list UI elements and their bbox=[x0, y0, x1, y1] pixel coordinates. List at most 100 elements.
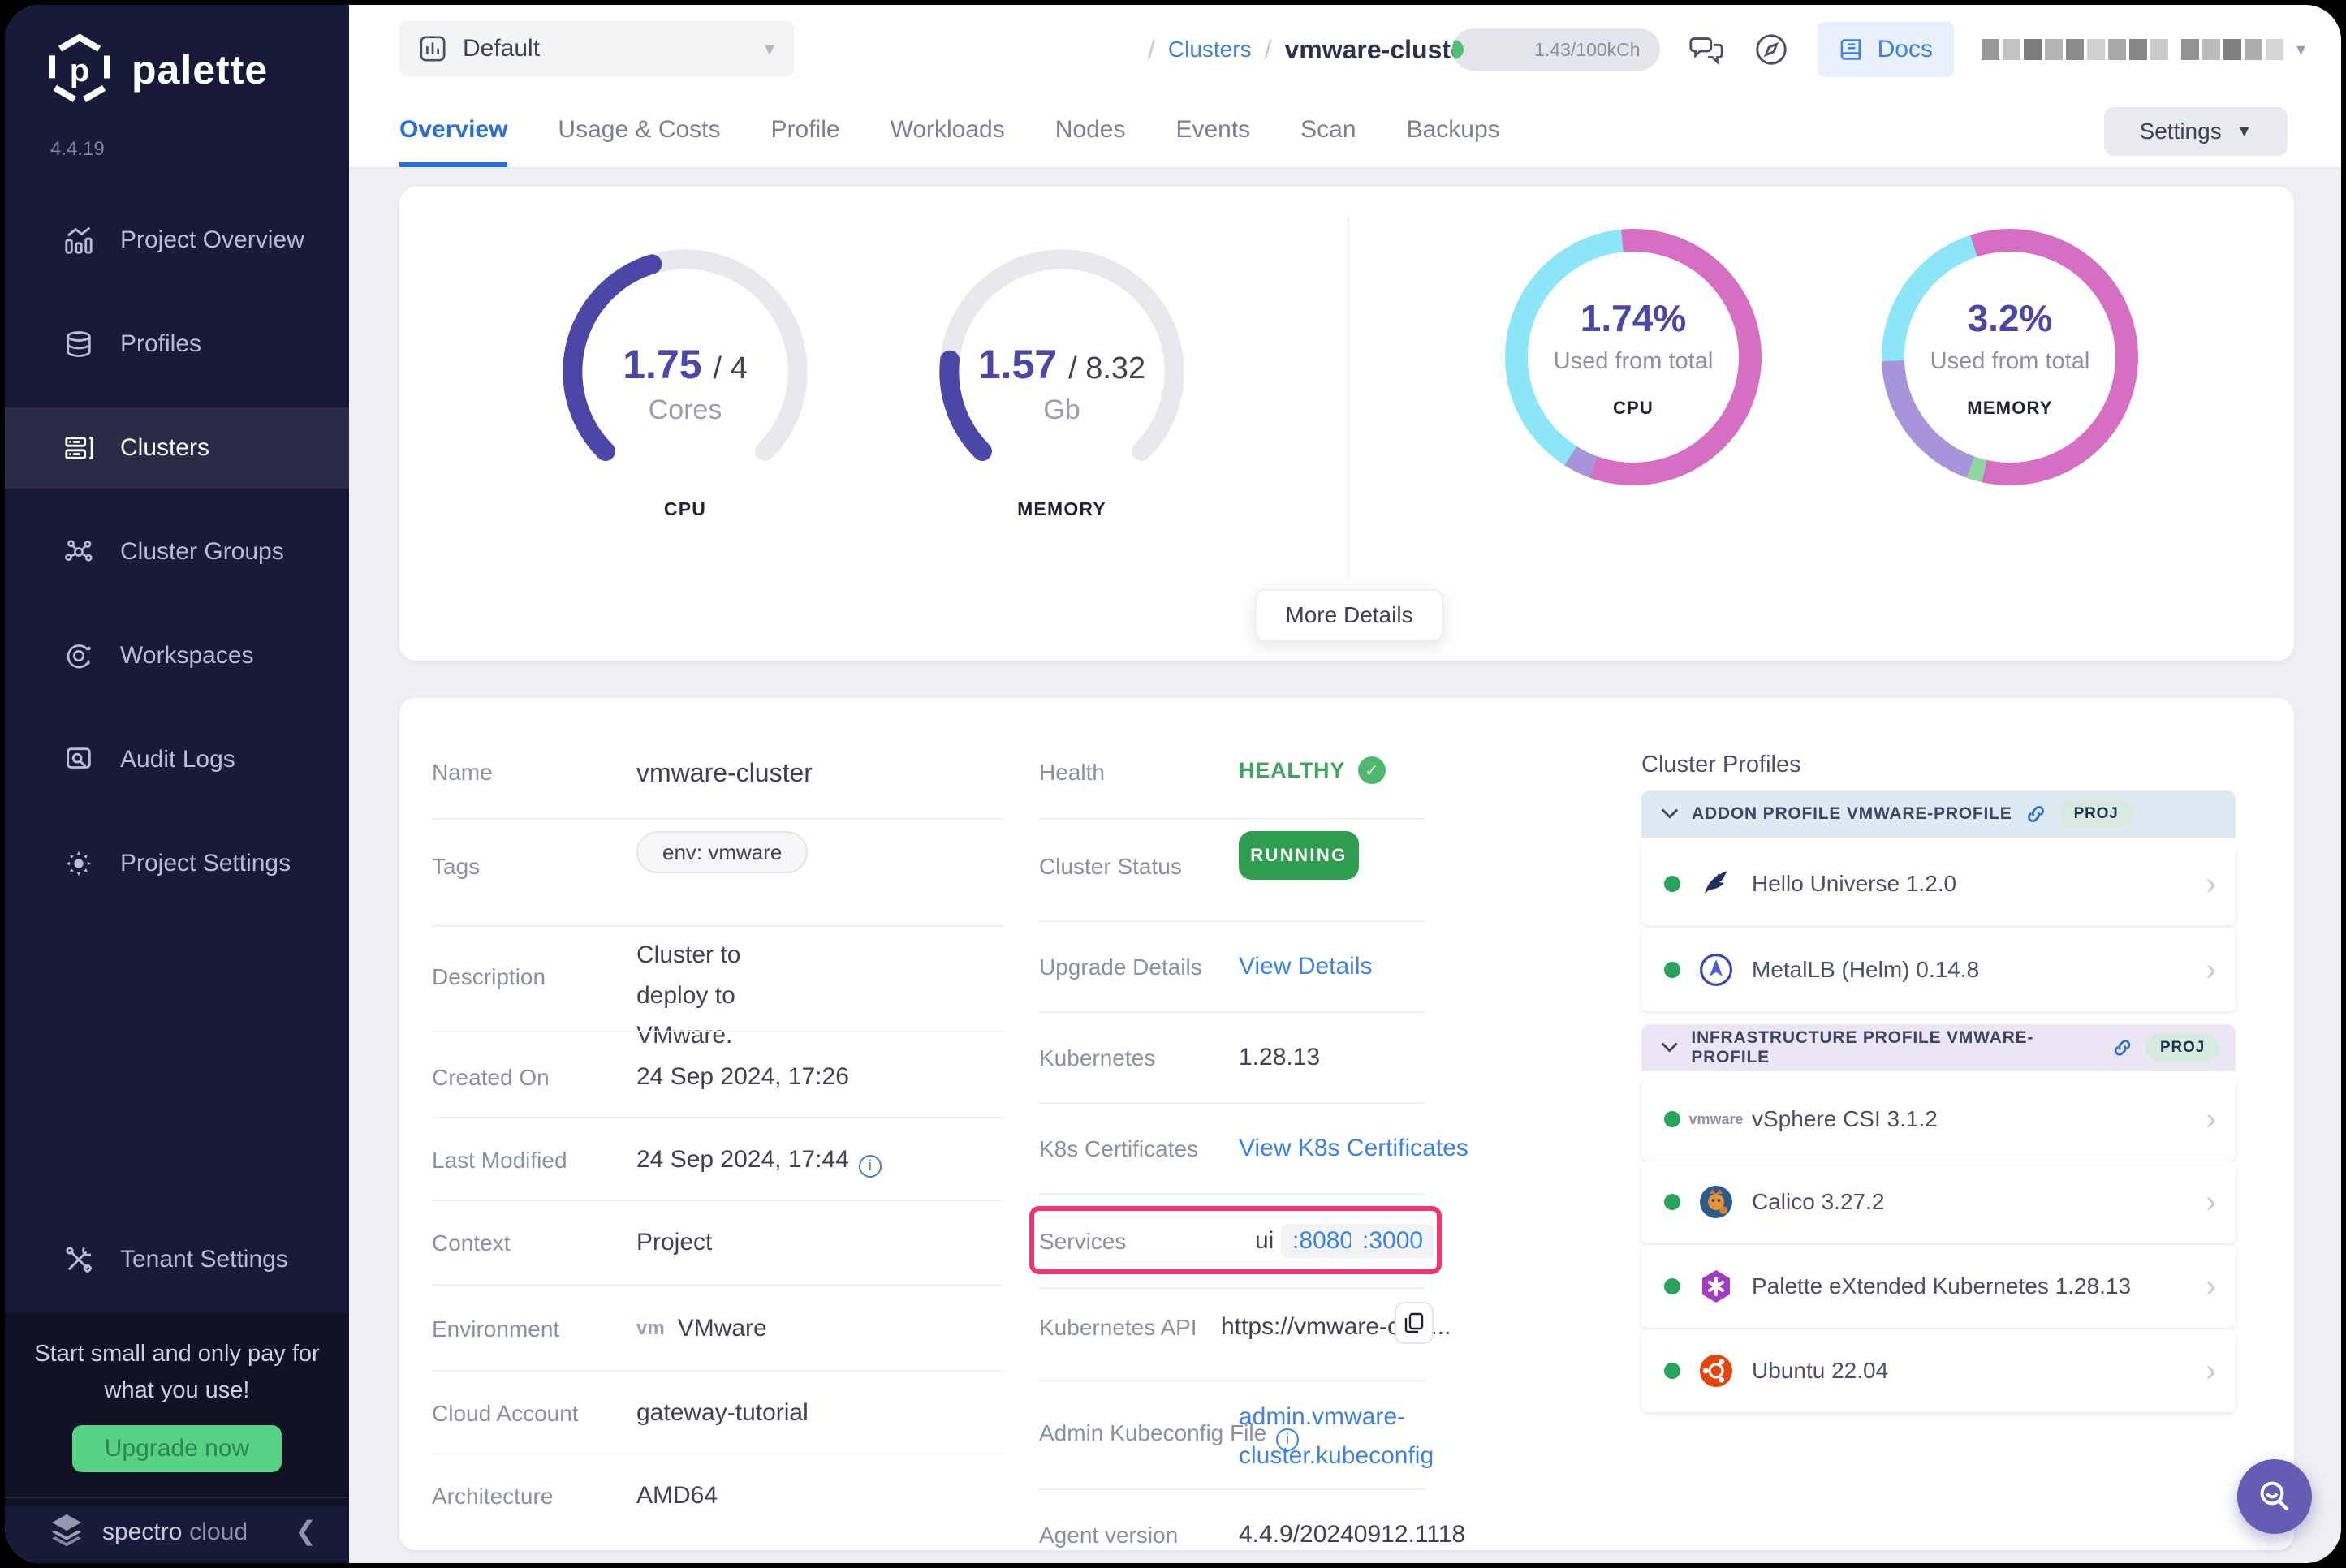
docs-button[interactable]: Docs bbox=[1818, 22, 1954, 77]
cpu-used-value: 1.75 bbox=[623, 342, 701, 387]
profile-layer-calico[interactable]: Calico 3.27.2 › bbox=[1641, 1161, 2236, 1243]
divider bbox=[1039, 1193, 1425, 1195]
sidebar-item-project-overview[interactable]: Project Overview bbox=[5, 200, 349, 281]
palette-logo-icon: p bbox=[47, 34, 112, 106]
profile-layer-palette-extended-kubernetes[interactable]: Palette eXtended Kubernetes 1.28.13 › bbox=[1641, 1245, 2236, 1328]
project-selector[interactable]: Default ▾ bbox=[399, 21, 794, 76]
k8s-certificates-label: K8s Certificates bbox=[1039, 1136, 1198, 1162]
tab-workloads[interactable]: Workloads bbox=[891, 94, 1005, 167]
admin-kubeconfig-link[interactable]: admin.vmware-cluster.kubeconfig bbox=[1239, 1398, 1434, 1475]
chevron-right-icon: › bbox=[2206, 1269, 2216, 1304]
breadcrumb-separator: / bbox=[1148, 35, 1155, 65]
sidebar-item-label: Cluster Groups bbox=[120, 538, 284, 566]
sidebar-item-label: Project Settings bbox=[120, 850, 291, 877]
description-value: Cluster to deploy to VMware. bbox=[636, 935, 815, 1056]
workspaces-icon bbox=[63, 640, 94, 671]
sidebar-item-label: Project Overview bbox=[120, 226, 304, 254]
addon-profile-header[interactable]: ADDON PROFILE VMWARE-PROFILE PROJ bbox=[1641, 790, 2236, 838]
sidebar-item-audit-logs[interactable]: Audit Logs bbox=[5, 719, 349, 800]
chevron-down-icon: ▾ bbox=[765, 37, 774, 61]
usage-quota-pill[interactable]: 1.43/100kCh bbox=[1452, 28, 1660, 71]
sidebar-collapse-icon[interactable]: ❮ bbox=[295, 1515, 317, 1546]
tab-events[interactable]: Events bbox=[1175, 94, 1250, 167]
sidebar-item-tenant-settings[interactable]: Tenant Settings bbox=[5, 1219, 349, 1300]
infrastructure-profile-header[interactable]: INFRASTRUCTURE PROFILE VMWARE-PROFILE PR… bbox=[1641, 1024, 2236, 1071]
sidebar-item-label: Clusters bbox=[120, 434, 209, 462]
status-dot bbox=[1664, 876, 1680, 892]
divider bbox=[1039, 1287, 1425, 1289]
created-on-label: Created On bbox=[432, 1065, 550, 1091]
compass-icon[interactable] bbox=[1753, 31, 1790, 68]
tab-nodes[interactable]: Nodes bbox=[1055, 94, 1126, 167]
cpu-unit: Cores bbox=[649, 394, 722, 426]
metrics-card: 1.75 / 4 Cores CPU 1.57 / 8.32 Gb MEMORY bbox=[399, 187, 2294, 661]
upgrade-promo: Start small and only pay for what you us… bbox=[5, 1313, 349, 1506]
profile-layer-metallb[interactable]: MetalLB (Helm) 0.14.8 › bbox=[1641, 928, 2236, 1011]
topbar-actions: 1.43/100kCh Docs ▾ bbox=[1452, 5, 2305, 94]
environment-value: vmVMware bbox=[636, 1315, 767, 1342]
upgrade-now-button[interactable]: Upgrade now bbox=[72, 1425, 282, 1472]
memory-unit: Gb bbox=[1043, 394, 1080, 426]
cpu-used-pct: 1.74% bbox=[1581, 296, 1686, 340]
scope-badge: PROJ bbox=[2059, 800, 2133, 828]
user-menu[interactable]: ▾ bbox=[1982, 39, 2305, 60]
project-settings-icon bbox=[63, 848, 94, 879]
app-window: p palette 4.4.19 Project Overview Profil… bbox=[5, 5, 2341, 1563]
docs-label: Docs bbox=[1878, 36, 1933, 63]
divider bbox=[432, 925, 1003, 927]
cluster-status-badge: RUNNING bbox=[1239, 831, 1359, 880]
status-dot bbox=[1664, 1111, 1680, 1127]
cluster-groups-icon bbox=[63, 536, 94, 567]
tab-usage-costs[interactable]: Usage & Costs bbox=[558, 94, 720, 167]
tab-scan[interactable]: Scan bbox=[1300, 94, 1356, 167]
chat-icon[interactable] bbox=[1688, 31, 1725, 68]
tab-backups[interactable]: Backups bbox=[1407, 94, 1500, 167]
link-icon bbox=[2025, 803, 2046, 825]
cluster-status-label: Cluster Status bbox=[1039, 854, 1182, 880]
cpu-gauge-label: CPU bbox=[555, 498, 815, 520]
profile-layer-name: Hello Universe 1.2.0 bbox=[1752, 871, 1956, 897]
sidebar-item-profiles[interactable]: Profiles bbox=[5, 304, 349, 385]
profile-layer-hello-universe[interactable]: Hello Universe 1.2.0 › bbox=[1641, 842, 2236, 925]
status-dot bbox=[1664, 962, 1680, 978]
sidebar-footer: spectro cloud ❮ bbox=[5, 1497, 349, 1563]
settings-button[interactable]: Settings ▼ bbox=[2104, 107, 2288, 156]
tab-overview[interactable]: Overview bbox=[399, 94, 507, 167]
breadcrumb-clusters[interactable]: Clusters bbox=[1168, 37, 1252, 62]
settings-label: Settings bbox=[2140, 118, 2222, 144]
sidebar-item-project-settings[interactable]: Project Settings bbox=[5, 823, 349, 904]
infrastructure-profile-name: INFRASTRUCTURE PROFILE VMWARE-PROFILE bbox=[1691, 1028, 2099, 1067]
divider bbox=[432, 1031, 1003, 1032]
description-label: Description bbox=[432, 964, 546, 990]
kubernetes-version: 1.28.13 bbox=[1239, 1044, 1320, 1071]
profile-layer-ubuntu[interactable]: Ubuntu 22.04 › bbox=[1641, 1329, 2236, 1412]
memory-gauge: 1.57 / 8.32 Gb MEMORY bbox=[932, 242, 1192, 502]
check-icon: ✓ bbox=[1358, 756, 1386, 784]
profile-layer-name: vSphere CSI 3.1.2 bbox=[1752, 1106, 1938, 1132]
clusters-icon bbox=[63, 433, 94, 463]
sidebar-item-clusters[interactable]: Clusters bbox=[5, 407, 349, 489]
divider bbox=[1039, 1011, 1425, 1013]
sidebar-item-workspaces[interactable]: Workspaces bbox=[5, 615, 349, 696]
sidebar-item-label: Audit Logs bbox=[120, 746, 235, 773]
more-details-button[interactable]: More Details bbox=[1255, 589, 1443, 641]
sidebar-item-label: Workspaces bbox=[120, 642, 254, 670]
status-dot bbox=[1664, 1278, 1680, 1294]
sidebar-item-cluster-groups[interactable]: Cluster Groups bbox=[5, 511, 349, 592]
tag-env-vmware[interactable]: env: vmware bbox=[636, 831, 808, 873]
spectro-cloud-logo bbox=[47, 1513, 86, 1549]
services-highlight-box bbox=[1029, 1206, 1442, 1274]
search-fab-button[interactable] bbox=[2237, 1459, 2312, 1534]
view-details-link[interactable]: View Details bbox=[1239, 953, 1373, 980]
profile-layer-vsphere-csi[interactable]: vmware vSphere CSI 3.1.2 › bbox=[1641, 1078, 2236, 1161]
profile-layer-name: MetalLB (Helm) 0.14.8 bbox=[1752, 957, 1979, 983]
profile-layer-name: Ubuntu 22.04 bbox=[1752, 1358, 1888, 1384]
calico-icon bbox=[1698, 1184, 1734, 1220]
info-icon[interactable]: i bbox=[859, 1155, 882, 1178]
view-k8s-certificates-link[interactable]: View K8s Certificates bbox=[1239, 1135, 1468, 1162]
chevron-right-icon: › bbox=[2206, 867, 2216, 902]
brand-cloud: cloud bbox=[189, 1518, 248, 1545]
sidebar-item-label: Profiles bbox=[120, 330, 201, 358]
tab-profile[interactable]: Profile bbox=[771, 94, 840, 167]
copy-button[interactable] bbox=[1395, 1302, 1434, 1344]
